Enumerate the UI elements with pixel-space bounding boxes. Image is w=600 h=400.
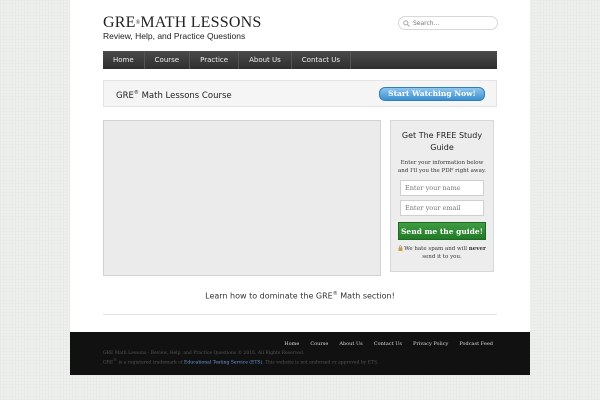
nav-item-contact-us[interactable]: Contact Us — [292, 51, 352, 69]
footer-link-course[interactable]: Course — [310, 341, 328, 347]
footer-link-about-us[interactable]: About Us — [339, 341, 362, 347]
page-tagline: Learn how to dominate the GRE® Math sect… — [205, 291, 395, 301]
start-watching-button[interactable]: Start Watching Now! — [379, 87, 485, 101]
nav-item-course[interactable]: Course — [145, 51, 191, 69]
nav-item-practice[interactable]: Practice — [190, 51, 240, 69]
name-field[interactable] — [400, 180, 484, 196]
footer-link-podcast-feed[interactable]: Podcast Feed — [459, 341, 493, 347]
site-logo[interactable]: GRE®MATH LESSONS Review, Help, and Pract… — [103, 14, 261, 41]
logo-tagline: Review, Help, and Practice Questions — [103, 31, 246, 41]
page-container: GRE®MATH LESSONS Review, Help, and Pract… — [70, 0, 530, 332]
optin-title: Get The FREE Study Guide — [401, 131, 483, 152]
ets-link[interactable]: Educational Testing Service (ETS) — [184, 361, 262, 366]
main-nav: Home Course Practice About Us Contact Us — [103, 51, 497, 69]
footer-nav: Home Course About Us Contact Us Privacy … — [284, 341, 493, 347]
trademark-text: GRE® is a registered trademark of Educat… — [103, 358, 379, 366]
footer-link-privacy-policy[interactable]: Privacy Policy — [413, 341, 448, 347]
footer: Home Course About Us Contact Us Privacy … — [70, 332, 530, 375]
search-icon — [403, 19, 410, 27]
optin-description: Enter your information below and I'll yo… — [398, 160, 486, 174]
promo-bar: GRE® Math Lessons Course Start Watching … — [103, 80, 497, 107]
optin-form: Get The FREE Study Guide Enter your info… — [390, 120, 494, 272]
copyright-text: GRE Math Lessons - Review, Help, and Pra… — [103, 351, 305, 356]
nav-item-home[interactable]: Home — [103, 51, 145, 69]
lock-icon — [398, 245, 403, 251]
logo-title: GRE®MATH LESSONS — [103, 14, 262, 31]
divider — [103, 314, 497, 315]
footer-link-home[interactable]: Home — [284, 341, 299, 347]
search-input[interactable] — [410, 19, 493, 27]
footer-copyright: GRE Math Lessons - Review, Help, and Pra… — [103, 350, 378, 367]
send-guide-button[interactable]: Send me the guide! — [398, 222, 486, 240]
video-placeholder[interactable] — [103, 120, 381, 276]
search-box[interactable] — [398, 16, 498, 30]
footer-link-contact-us[interactable]: Contact Us — [374, 341, 402, 347]
nav-item-about-us[interactable]: About Us — [239, 51, 292, 69]
email-field[interactable] — [400, 200, 484, 216]
spam-note: We hate spam and will never send it to y… — [397, 245, 487, 261]
promo-title: GRE® Math Lessons Course — [116, 90, 232, 101]
